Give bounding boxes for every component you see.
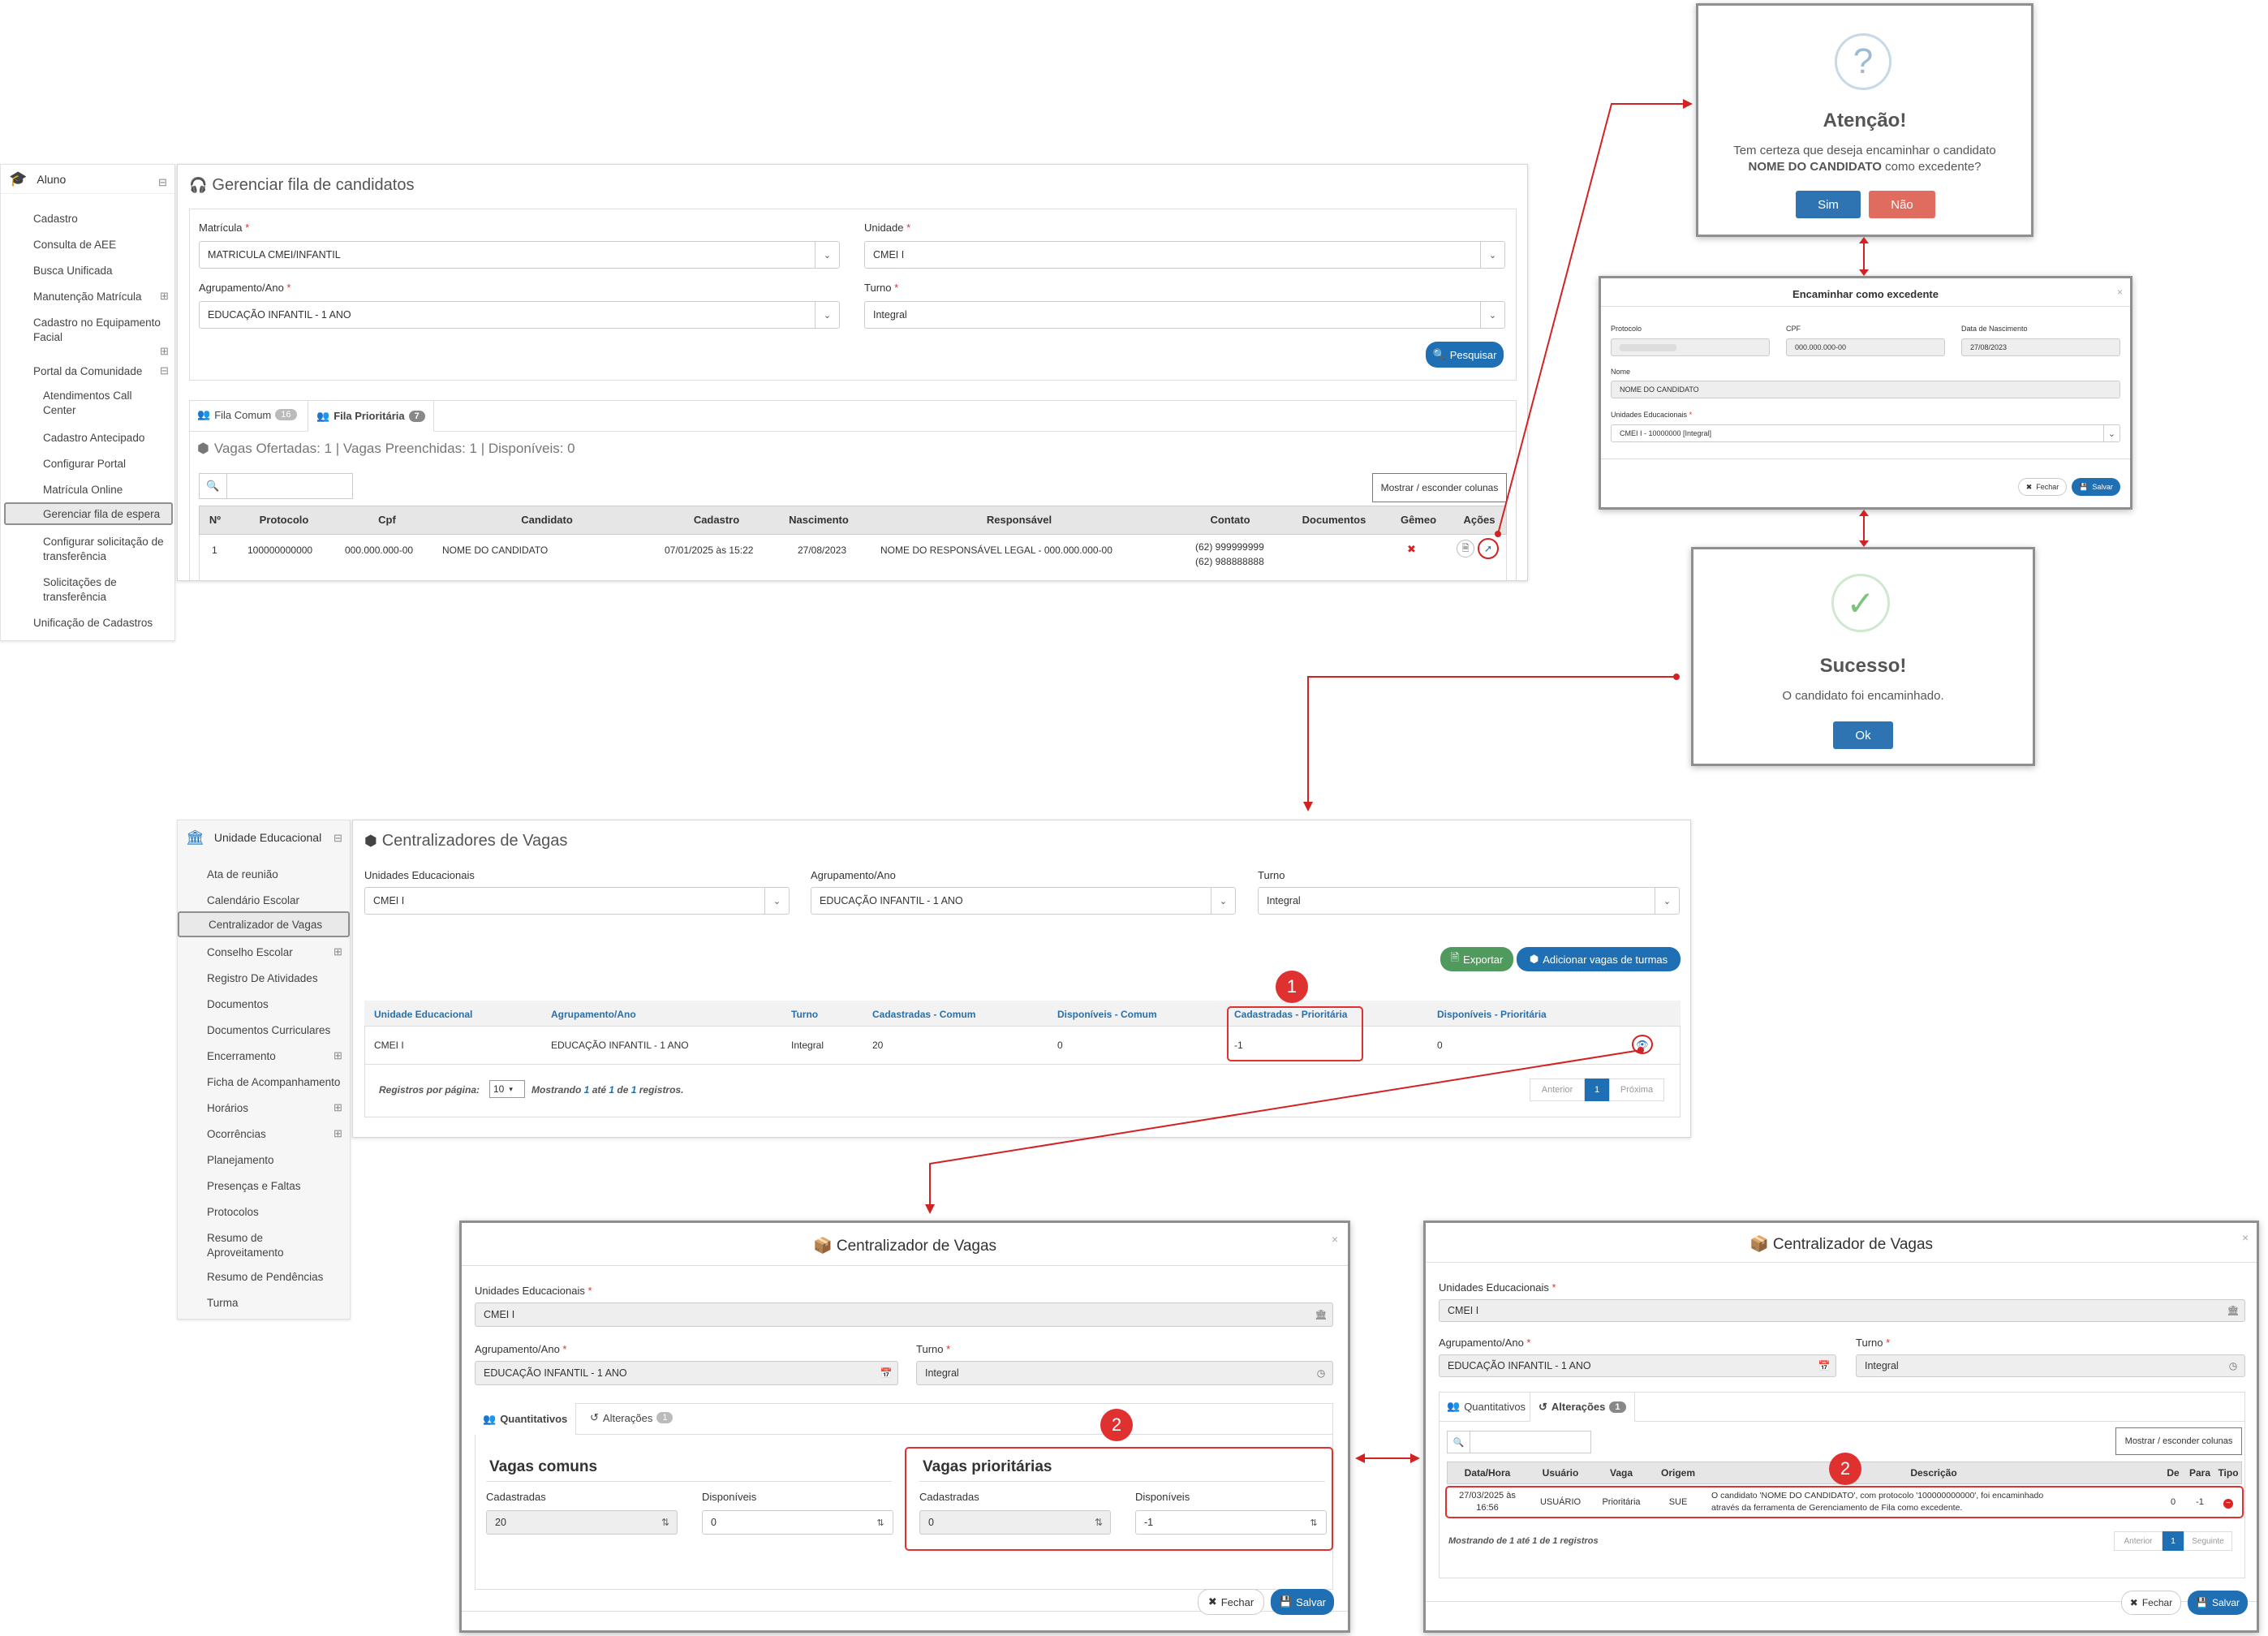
arrow-eye-modal — [929, 1049, 1642, 1206]
arrowhead — [1859, 510, 1869, 516]
arrow-send-to-atencao — [1497, 103, 1683, 535]
arrowhead — [1355, 1453, 1365, 1463]
arrowhead — [925, 1204, 935, 1214]
arrowhead — [1859, 540, 1869, 547]
arrow-dot — [1495, 531, 1501, 537]
arrow-dot — [1638, 1047, 1644, 1053]
arrowhead — [1859, 237, 1869, 243]
arrowhead — [1683, 99, 1693, 109]
arrowhead — [1303, 802, 1313, 812]
flow-arrows — [925, 99, 1869, 1463]
arrow-sucesso-centralizadores — [1307, 676, 1676, 803]
arrowhead — [1859, 269, 1869, 276]
arrow-dot — [1673, 674, 1680, 680]
arrowhead — [1410, 1453, 1420, 1463]
